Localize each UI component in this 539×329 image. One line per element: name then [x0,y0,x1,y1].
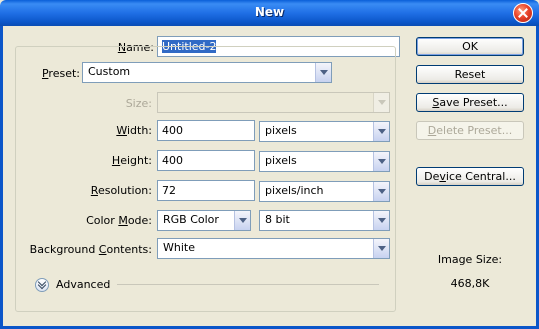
image-size-value: 468,8K [450,277,490,290]
background-contents-label: Background Contents: [29,243,152,256]
image-size-label: Image Size: [437,253,503,266]
reset-button[interactable]: Reset [416,65,524,84]
save-preset-button[interactable]: Save Preset... [416,93,524,112]
preset-label: Preset: [22,67,80,80]
height-label: Height: [111,154,152,167]
delete-preset-button: Delete Preset... [416,121,524,140]
chevron-down-icon[interactable] [373,152,389,171]
height-unit-select[interactable]: pixels [259,151,390,172]
chevron-down-icon [373,93,389,112]
chevron-down-icon[interactable] [373,122,389,141]
width-unit-select[interactable]: pixels [259,121,390,142]
chevron-down-icon[interactable] [234,211,250,230]
size-label: Size: [125,97,152,110]
close-icon[interactable] [513,3,533,23]
preset-select[interactable]: Custom [82,62,332,83]
chevron-down-icon[interactable] [373,182,389,201]
size-select [157,92,390,113]
ok-button[interactable]: OK [416,37,524,56]
chevron-down-icon[interactable] [373,211,389,230]
width-input[interactable]: 400 [157,120,255,141]
preset-group [15,46,396,312]
resolution-label: Resolution: [90,184,152,197]
advanced-divider [117,284,379,285]
expand-advanced-icon[interactable] [35,278,49,292]
color-mode-select[interactable]: RGB Color [157,210,251,231]
new-document-dialog: New Name: Untitled-2 Preset: Custom Size… [0,0,539,329]
height-input[interactable]: 400 [157,150,255,171]
advanced-label[interactable]: Advanced [56,278,110,291]
chevron-down-icon[interactable] [315,63,331,82]
resolution-input[interactable]: 72 [157,180,255,201]
resolution-unit-select[interactable]: pixels/inch [259,181,390,202]
device-central-button[interactable]: Device Central... [416,167,524,186]
window-title: New [254,5,285,19]
color-mode-label: Color Mode: [86,214,152,227]
title-bar[interactable]: New [0,0,539,26]
width-label: Width: [116,124,152,137]
chevron-down-icon[interactable] [373,239,389,258]
bit-depth-select[interactable]: 8 bit [259,210,390,231]
background-contents-select[interactable]: White [157,238,390,259]
